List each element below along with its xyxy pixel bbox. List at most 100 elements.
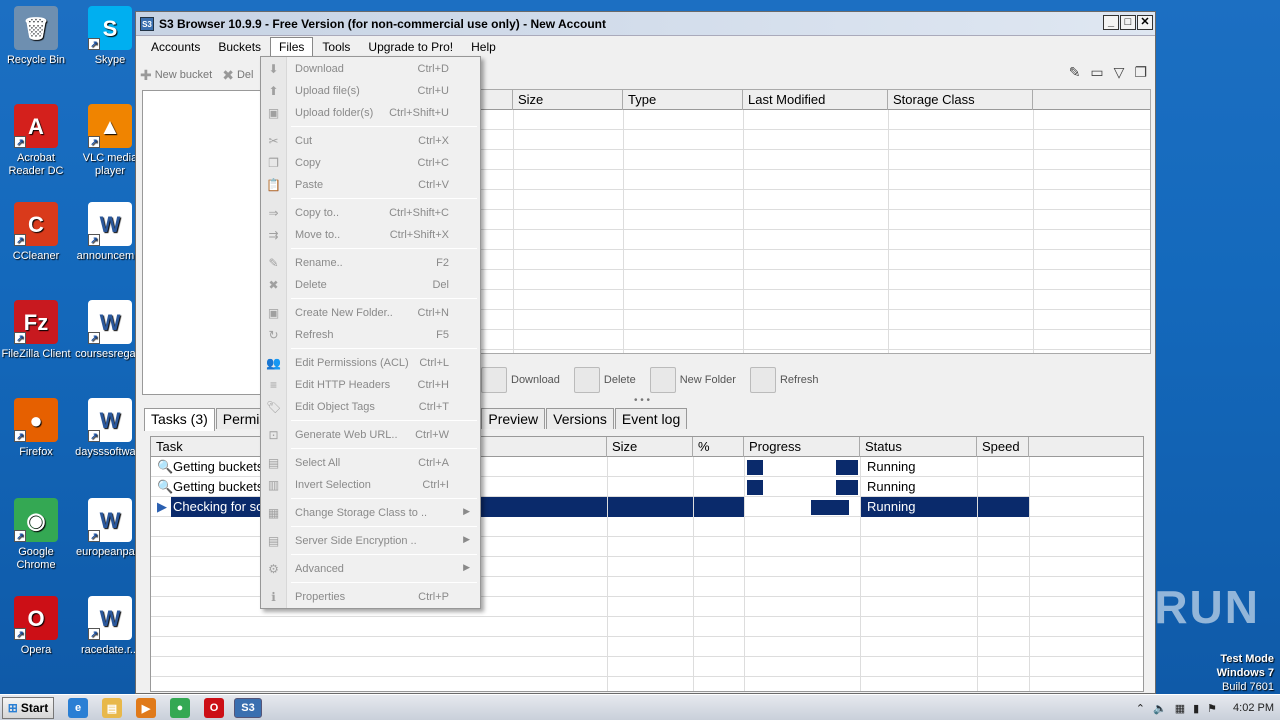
tab-event-log[interactable]: Event log	[614, 408, 688, 429]
file-column-header[interactable]: Last Modified	[743, 90, 888, 110]
menu-item-properties[interactable]: ℹ Properties Ctrl+P	[261, 586, 480, 608]
word-doc-icon: W ↗	[88, 202, 132, 246]
desktop-icon[interactable]: O ↗ Opera	[0, 596, 74, 657]
menu-item-move-to[interactable]: ⇉ Move to.. Ctrl+Shift+X	[261, 224, 480, 246]
menu-item-label: Edit Permissions (ACL)	[295, 357, 409, 369]
file-column-header[interactable]: Type	[623, 90, 743, 110]
desktop-icon-label: Opera	[20, 644, 52, 656]
menu-separator	[291, 298, 477, 299]
desktop-icon[interactable]: ● ↗ Firefox	[0, 398, 74, 459]
menu-item-cut[interactable]: ✂ Cut Ctrl+X	[261, 130, 480, 152]
column-divider	[888, 110, 889, 353]
shortcut-arrow-icon: ↗	[14, 332, 26, 344]
s3-browser-icon[interactable]: S3	[234, 698, 262, 718]
menu-item-invert-selection[interactable]: ▥ Invert Selection Ctrl+I	[261, 474, 480, 496]
menu-item-generate-web-url[interactable]: ⊡ Generate Web URL.. Ctrl+W	[261, 424, 480, 446]
menu-files[interactable]: Files	[270, 37, 314, 57]
menu-item-select-all[interactable]: ▤ Select All Ctrl+A	[261, 452, 480, 474]
power-icon[interactable]: ▮	[1193, 702, 1199, 715]
tab-tasks[interactable]: Tasks (3)	[144, 408, 215, 431]
new-bucket-button[interactable]: ✚ New bucket	[140, 67, 212, 84]
network-icon[interactable]: ▦	[1175, 702, 1185, 715]
menu-item-paste[interactable]: 📋 Paste Ctrl+V	[261, 174, 480, 196]
file-action-label: Delete	[603, 374, 636, 386]
permissions-icon: 👥	[266, 356, 281, 370]
delete-button[interactable]: Delete	[573, 367, 636, 393]
ie-icon[interactable]: e	[68, 698, 88, 718]
file-column-header[interactable]: Size	[513, 90, 623, 110]
file-action-label: New Folder	[679, 374, 736, 386]
opera-icon[interactable]: O	[204, 698, 224, 718]
menu-item-delete[interactable]: ✖ Delete Del	[261, 274, 480, 296]
menu-item-create-new-folder[interactable]: ▣ Create New Folder.. Ctrl+N	[261, 302, 480, 324]
clock[interactable]: 4:02 PM	[1233, 702, 1274, 714]
panel-icon[interactable]: ▭	[1090, 64, 1103, 81]
menu-upgrade-to-pro[interactable]: Upgrade to Pro!	[359, 37, 462, 57]
desktop-icon[interactable]: 🗑 Recycle Bin	[0, 6, 74, 67]
word-doc-icon: W ↗	[88, 300, 132, 344]
menu-tools[interactable]: Tools	[313, 37, 359, 57]
shortcut-arrow-icon: ↗	[88, 530, 100, 542]
title-bar[interactable]: S3 S3 Browser 10.9.9 - Free Version (for…	[136, 12, 1155, 36]
bucket-tree[interactable]	[142, 90, 262, 395]
chrome-icon[interactable]: ●	[170, 698, 190, 718]
desktop-icon[interactable]: A ↗ Acrobat Reader DC	[0, 104, 74, 178]
speaker-icon[interactable]: 🔈	[1153, 702, 1167, 715]
column-divider	[860, 457, 861, 691]
menu-accounts[interactable]: Accounts	[142, 37, 209, 57]
desktop-icon[interactable]: C ↗ CCleaner	[0, 202, 74, 263]
task-column-header[interactable]: Progress	[744, 437, 860, 457]
task-column-header[interactable]: Size	[607, 437, 693, 457]
menu-item-upload-folder-s[interactable]: ▣ Upload folder(s) Ctrl+Shift+U	[261, 102, 480, 124]
menu-item-download[interactable]: ⬇ Download Ctrl+D	[261, 58, 480, 80]
menu-separator	[291, 420, 477, 421]
file-column-header[interactable]: Storage Class	[888, 90, 1033, 110]
menu-item-edit-http-headers[interactable]: ≡ Edit HTTP Headers Ctrl+H	[261, 374, 480, 396]
tab-versions[interactable]: Versions	[546, 408, 614, 429]
menu-item-rename[interactable]: ✎ Rename.. F2	[261, 252, 480, 274]
menu-item-copy[interactable]: ❐ Copy Ctrl+C	[261, 152, 480, 174]
menu-item-label: Paste	[295, 179, 324, 191]
explorer-icon[interactable]: ▤	[102, 698, 122, 718]
task-column-header[interactable]: %	[693, 437, 744, 457]
progress-indicator	[836, 480, 858, 495]
pencil-icon[interactable]: ✎	[1069, 64, 1081, 81]
close-button[interactable]: ✕	[1137, 15, 1153, 30]
task-column-header[interactable]: Status	[860, 437, 977, 457]
menu-item-edit-object-tags[interactable]: 🏷 Edit Object Tags Ctrl+T	[261, 396, 480, 418]
show-hidden-icons-icon[interactable]: ⌃	[1136, 702, 1145, 715]
menu-item-label: Upload file(s)	[295, 85, 360, 97]
menu-help[interactable]: Help	[462, 37, 505, 57]
menu-item-shortcut: Ctrl+L	[419, 357, 449, 369]
menu-item-edit-permissions-acl[interactable]: 👥 Edit Permissions (ACL) Ctrl+L	[261, 352, 480, 374]
flag-icon[interactable]: ⚑	[1207, 702, 1217, 715]
filter-icon[interactable]: ▽	[1114, 64, 1125, 81]
menu-item-advanced[interactable]: ⚙ Advanced ▶	[261, 558, 480, 580]
media-player-icon[interactable]: ▶	[136, 698, 156, 718]
desktop-icon[interactable]: ◉ ↗ Google Chrome	[0, 498, 74, 572]
start-button[interactable]: ⊞ Start	[2, 697, 54, 719]
menu-separator	[291, 448, 477, 449]
copy-window-icon[interactable]: ❐	[1134, 64, 1147, 81]
delete-bucket-button[interactable]: ✖ Del	[222, 67, 253, 84]
cut-icon: ✂	[268, 134, 279, 148]
download-button[interactable]: Download	[481, 367, 560, 393]
new-folder-button[interactable]: New Folder	[649, 367, 736, 393]
menu-item-change-storage-class-to[interactable]: ▦ Change Storage Class to .. ▶	[261, 502, 480, 524]
minimize-button[interactable]: _	[1103, 15, 1119, 30]
menu-item-copy-to[interactable]: ⇒ Copy to.. Ctrl+Shift+C	[261, 202, 480, 224]
menu-buckets[interactable]: Buckets	[209, 37, 270, 57]
tab-preview[interactable]: Preview	[481, 408, 546, 429]
info-icon: ℹ	[271, 590, 276, 604]
new-bucket-label: New bucket	[154, 69, 213, 81]
refresh-button[interactable]: Refresh	[749, 367, 819, 393]
skype-icon: S ↗	[88, 6, 132, 50]
task-column-header[interactable]: Speed	[977, 437, 1029, 457]
menu-item-shortcut: F2	[436, 257, 449, 269]
desktop-icon[interactable]: Fz ↗ FileZilla Client	[0, 300, 74, 361]
menu-item-upload-file-s[interactable]: ⬆ Upload file(s) Ctrl+U	[261, 80, 480, 102]
menu-item-refresh[interactable]: ↻ Refresh F5	[261, 324, 480, 346]
maximize-button[interactable]: □	[1120, 15, 1136, 30]
menu-item-server-side-encryption[interactable]: ▤ Server Side Encryption .. ▶	[261, 530, 480, 552]
splitter-handle[interactable]: • • •	[634, 395, 650, 406]
